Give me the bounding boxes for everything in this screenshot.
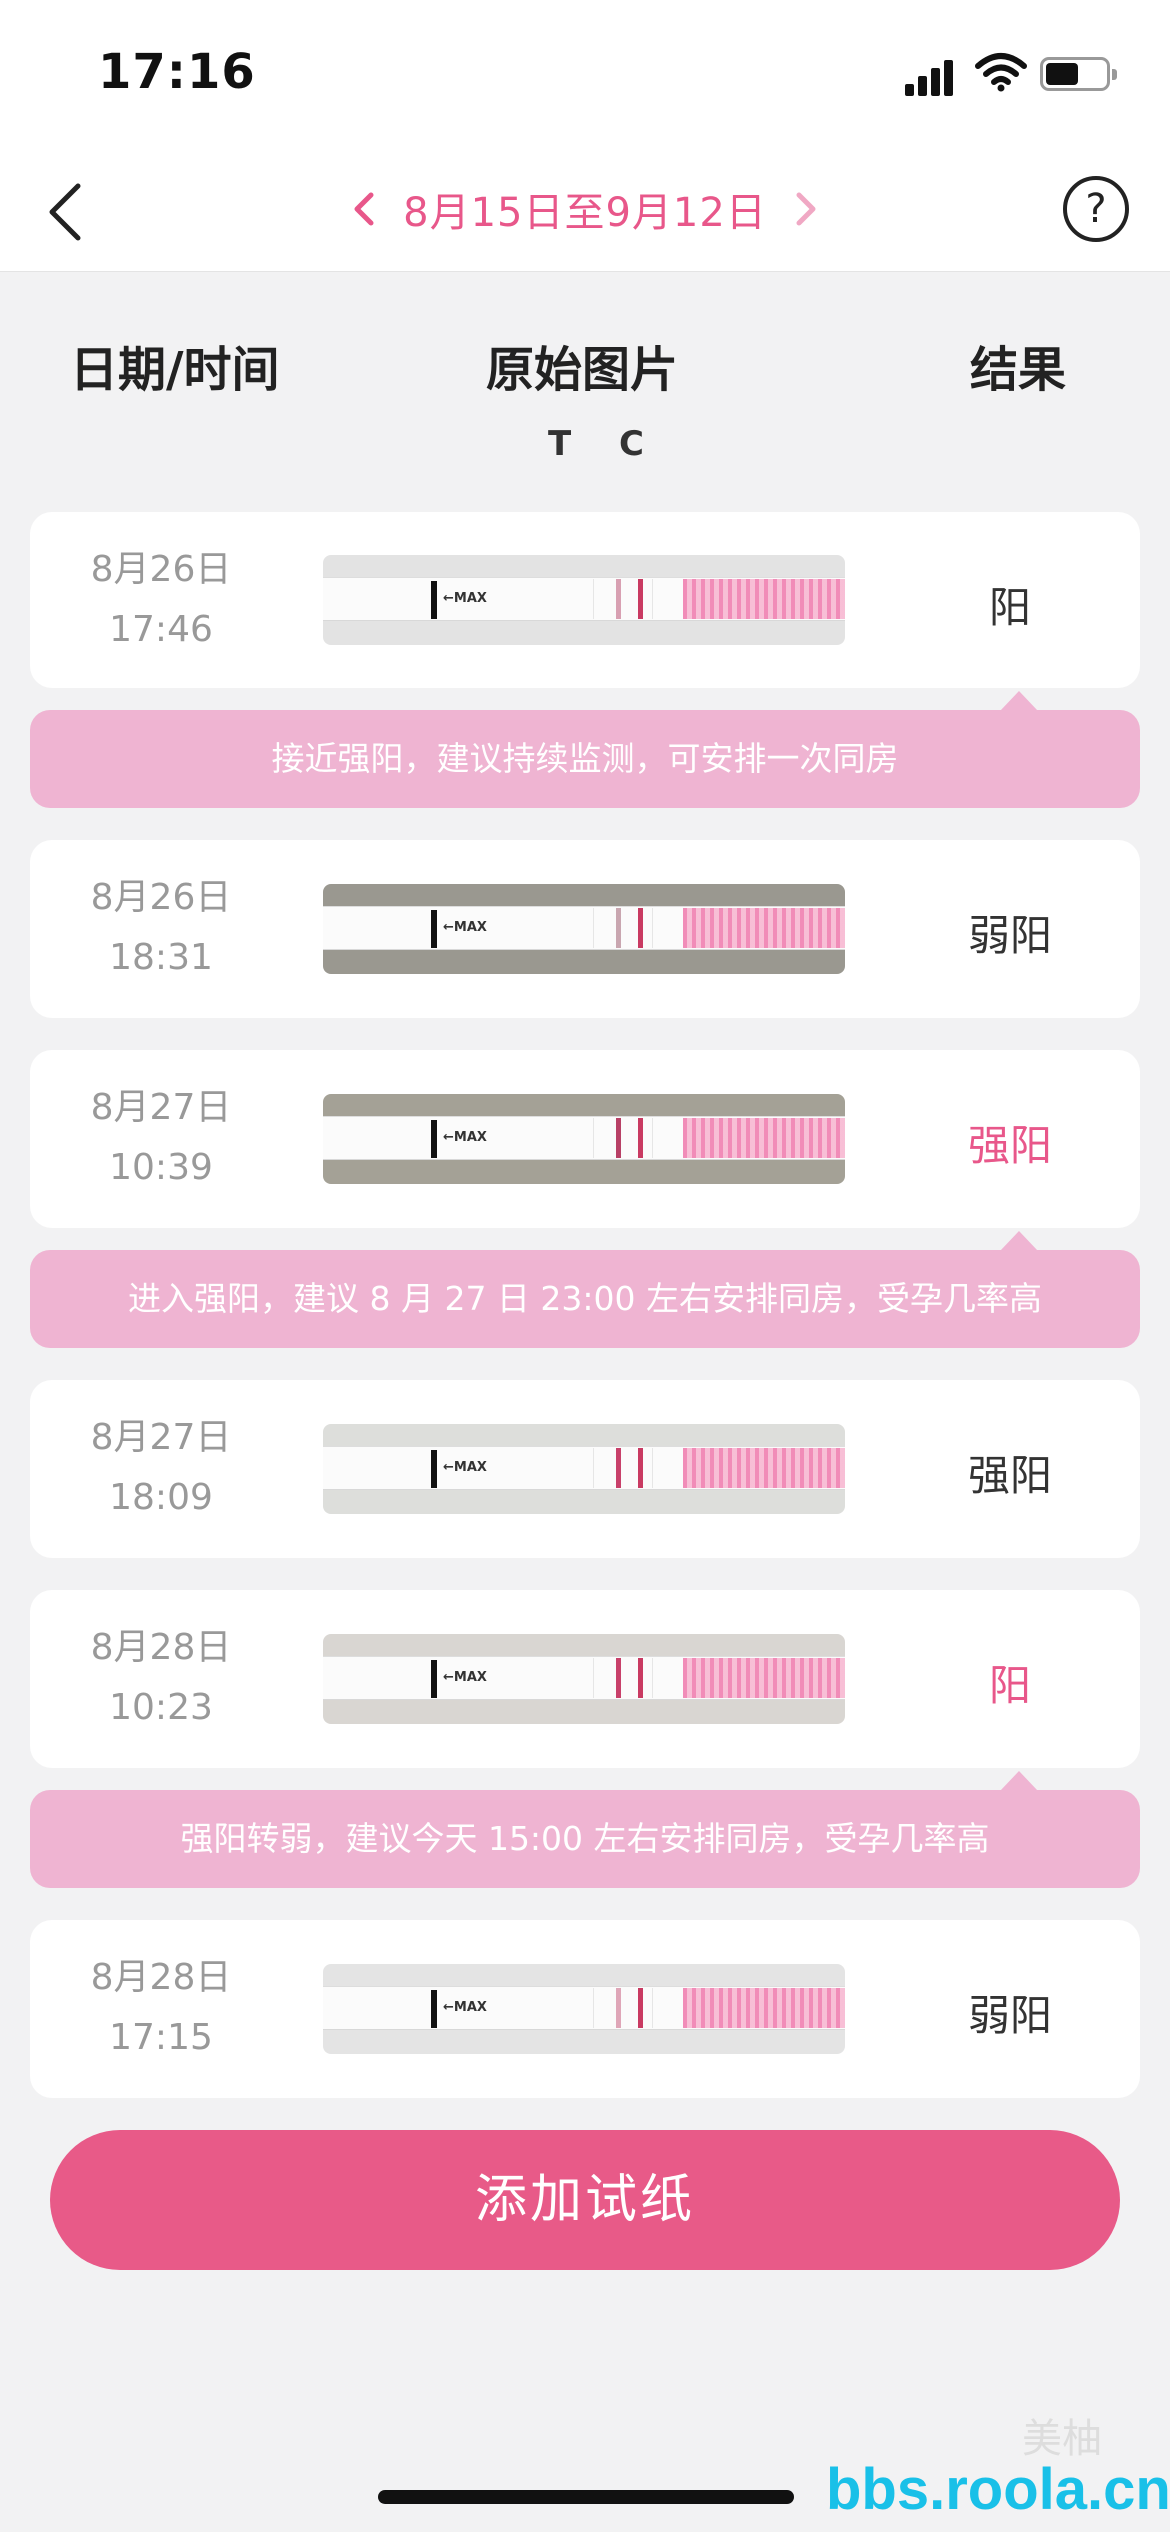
- test-strip-photo[interactable]: ←MAX: [323, 1424, 845, 1514]
- record-card[interactable]: 8月26日 17:46 ←MAX 阳: [30, 512, 1140, 688]
- column-header-image: 原始图片: [486, 342, 679, 398]
- advice-caret: [1000, 1231, 1038, 1251]
- record-time: 17:15: [109, 2017, 213, 2058]
- record-time: 17:46: [109, 609, 213, 650]
- record-time: 18:09: [109, 1477, 213, 1518]
- advice-banner: 进入强阳，建议 8 月 27 日 23:00 左右安排同房，受孕几率高: [30, 1231, 1140, 1348]
- strip-max-label: ←MAX: [443, 1460, 487, 1475]
- add-test-strip-button[interactable]: 添加试纸: [50, 2130, 1120, 2270]
- record-card[interactable]: 8月26日 18:31 ←MAX 弱阳: [30, 840, 1140, 1018]
- record-result: 阳: [988, 1661, 1031, 1710]
- advice-banner: 强阳转弱，建议今天 15:00 左右安排同房，受孕几率高: [30, 1771, 1140, 1888]
- help-icon[interactable]: ?: [1063, 176, 1129, 242]
- record-card[interactable]: 8月28日 10:23 ←MAX 阳: [30, 1590, 1140, 1768]
- advice-text: 强阳转弱，建议今天 15:00 左右安排同房，受孕几率高: [180, 1819, 990, 1858]
- next-range-chevron-icon[interactable]: [773, 189, 833, 229]
- strip-max-label: ←MAX: [443, 2000, 487, 2015]
- cellular-signal-icon: [905, 56, 957, 96]
- site-watermark: bbs.roola.cn: [826, 2457, 1170, 2522]
- record-date: 8月26日: [90, 877, 232, 918]
- status-bar: 17:16: [0, 0, 1170, 150]
- wifi-icon: [975, 53, 1027, 92]
- test-strip-photo[interactable]: ←MAX: [323, 884, 845, 974]
- advice-caret: [1000, 1771, 1038, 1791]
- record-time: 18:31: [109, 937, 213, 978]
- status-time: 17:16: [98, 44, 256, 100]
- strip-max-label: ←MAX: [443, 1130, 487, 1145]
- column-header-result: 结果: [970, 342, 1067, 398]
- prev-range-chevron-icon[interactable]: [337, 189, 397, 229]
- advice-banner: 接近强阳，建议持续监测，可安排一次同房: [30, 691, 1140, 808]
- advice-caret: [1000, 691, 1038, 711]
- test-strip-photo[interactable]: ←MAX: [323, 1634, 845, 1724]
- battery-icon: [1040, 57, 1117, 91]
- record-card[interactable]: 8月27日 10:39 ←MAX 强阳: [30, 1050, 1140, 1228]
- record-time: 10:39: [109, 1147, 213, 1188]
- record-result: 强阳: [967, 1121, 1052, 1170]
- record-result: 弱阳: [967, 911, 1052, 960]
- battery-fill: [1046, 63, 1078, 85]
- strip-max-label: ←MAX: [443, 1670, 487, 1685]
- test-strip-photo[interactable]: ←MAX: [323, 1964, 845, 2054]
- record-date: 8月27日: [90, 1087, 232, 1128]
- column-header-date: 日期/时间: [70, 342, 280, 398]
- advice-text: 进入强阳，建议 8 月 27 日 23:00 左右安排同房，受孕几率高: [127, 1279, 1043, 1318]
- date-range-selector: 8月15日至9月12日: [0, 180, 1170, 238]
- record-card[interactable]: 8月27日 18:09 ←MAX 强阳: [30, 1380, 1140, 1558]
- record-result: 弱阳: [967, 1991, 1052, 2040]
- record-card[interactable]: 8月28日 17:15 ←MAX 弱阳: [30, 1920, 1140, 2098]
- date-range-label[interactable]: 8月15日至9月12日: [397, 180, 773, 238]
- record-date: 8月28日: [90, 1627, 232, 1668]
- home-indicator[interactable]: [378, 2490, 794, 2504]
- record-result: 阳: [988, 583, 1031, 632]
- record-date: 8月27日: [90, 1417, 232, 1458]
- strip-max-label: ←MAX: [443, 591, 487, 606]
- record-time: 10:23: [109, 1687, 213, 1728]
- advice-text: 接近强阳，建议持续监测，可安排一次同房: [271, 739, 899, 778]
- record-date: 8月26日: [90, 549, 232, 590]
- tc-label: T C: [548, 424, 662, 464]
- record-date: 8月28日: [90, 1957, 232, 1998]
- strip-max-label: ←MAX: [443, 920, 487, 935]
- test-strip-photo[interactable]: ←MAX: [323, 555, 845, 645]
- nav-bar: 8月15日至9月12日 ?: [0, 150, 1170, 272]
- record-result: 强阳: [967, 1451, 1052, 1500]
- test-strip-photo[interactable]: ←MAX: [323, 1094, 845, 1184]
